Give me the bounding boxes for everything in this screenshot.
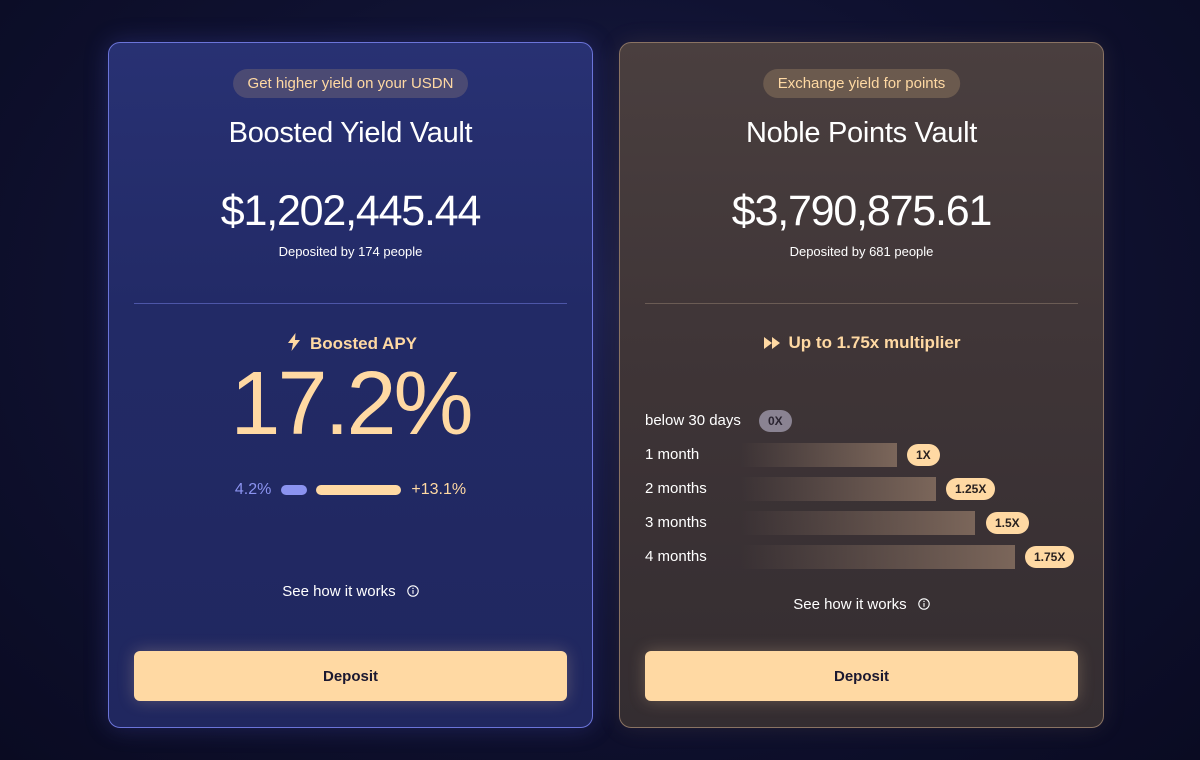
boost-apy-bar	[316, 485, 402, 495]
divider	[645, 303, 1078, 304]
multiplier-badge: 1X	[907, 444, 940, 466]
see-how-it-works-label: See how it works	[282, 583, 396, 600]
deposit-button[interactable]: Deposit	[645, 651, 1078, 701]
base-apy: 4.2%	[234, 481, 272, 498]
feature-label: Boosted APY	[309, 334, 418, 353]
see-how-it-works-link[interactable]: See how it works	[620, 596, 1103, 613]
vault-tag: Exchange yield for points	[762, 69, 961, 98]
vault-tag: Get higher yield on your USDN	[232, 69, 469, 98]
multiplier-badge: 0X	[759, 410, 792, 432]
multiplier-duration: 4 months	[645, 548, 707, 565]
multiplier-badge: 1.25X	[946, 478, 996, 500]
boosted-yield-vault-card[interactable]: Get higher yield on your USDN Boosted Yi…	[108, 42, 593, 728]
vault-title: Noble Points Vault	[745, 117, 978, 149]
multiplier-bar	[741, 511, 975, 535]
info-icon	[407, 584, 419, 597]
vault-depositor-count: Deposited by 681 people	[789, 244, 934, 259]
info-icon	[918, 597, 930, 610]
noble-points-vault-card[interactable]: Exchange yield for points Noble Points V…	[619, 42, 1104, 728]
divider	[134, 303, 567, 304]
boost-apy: +13.1%	[411, 481, 467, 498]
vault-title: Boosted Yield Vault	[228, 117, 473, 149]
multiplier-bar	[741, 545, 1015, 569]
multiplier-badge: 1.75X	[1025, 546, 1075, 568]
multiplier-duration: 1 month	[645, 446, 700, 463]
bolt-icon	[284, 333, 304, 356]
multiplier-row: 1 month 1X	[645, 443, 1103, 467]
vaults-page: Get higher yield on your USDN Boosted Yi…	[0, 0, 1200, 760]
multiplier-row: 4 months 1.75X	[645, 545, 1103, 569]
see-how-it-works-link[interactable]: See how it works	[109, 583, 592, 600]
base-apy-bar	[281, 485, 308, 495]
multiplier-bar	[741, 477, 936, 501]
multiplier-row: 2 months 1.25X	[645, 477, 1103, 501]
vault-deposited-amount: $3,790,875.61	[731, 187, 993, 235]
multiplier-row: 3 months 1.5X	[645, 511, 1103, 535]
multiplier-duration: 3 months	[645, 514, 707, 531]
vault-depositor-count: Deposited by 174 people	[278, 244, 423, 259]
multiplier-duration: 2 months	[645, 480, 707, 497]
fast-forward-icon	[763, 335, 783, 355]
boosted-apy-value: 17.2%	[230, 354, 473, 454]
multiplier-row: below 30 days 0X	[645, 409, 1103, 433]
multiplier-badge: 1.5X	[986, 512, 1029, 534]
see-how-it-works-label: See how it works	[793, 596, 907, 613]
vault-deposited-amount: $1,202,445.44	[220, 187, 482, 235]
multiplier-bar	[741, 443, 897, 467]
apy-breakdown: 4.2% +13.1%	[109, 481, 592, 499]
feature-label: Up to 1.75x multiplier	[788, 333, 961, 352]
multiplier-duration: below 30 days	[645, 412, 741, 429]
feature-heading: Up to 1.75x multiplier	[620, 333, 1103, 355]
deposit-button[interactable]: Deposit	[134, 651, 567, 701]
feature-heading: Boosted APY	[109, 333, 592, 356]
